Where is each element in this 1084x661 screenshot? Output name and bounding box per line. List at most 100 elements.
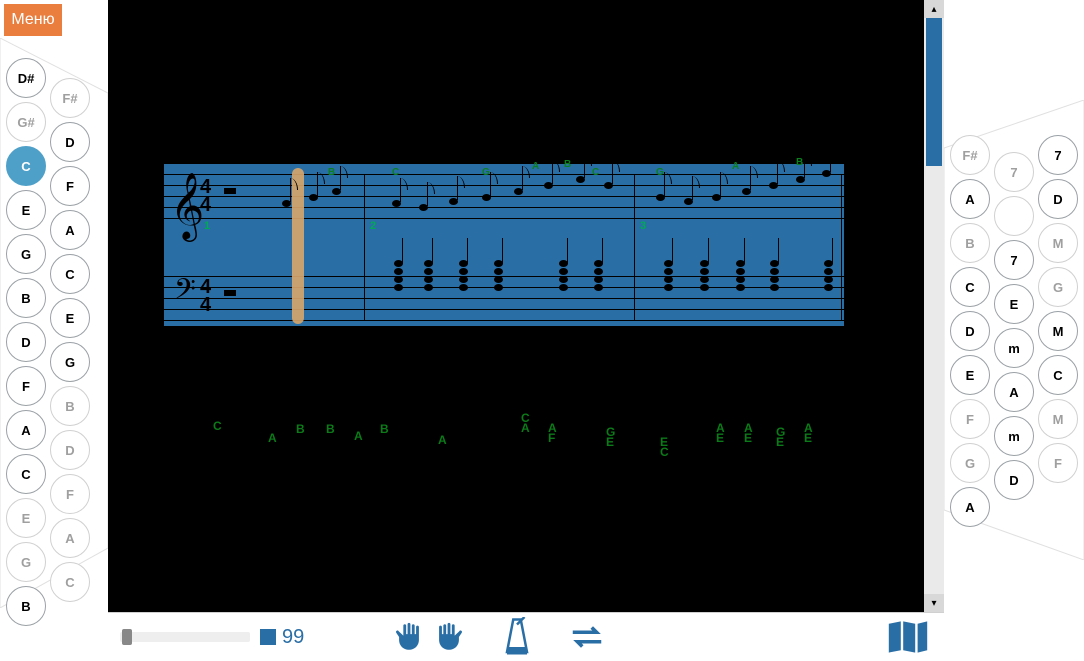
letter-label: C (213, 420, 222, 432)
treble-rest (224, 188, 236, 194)
left-key[interactable]: F# (50, 78, 90, 118)
letter-label: E (716, 432, 724, 444)
left-key[interactable]: B (6, 278, 46, 318)
score-canvas[interactable]: 𝄞 𝄢 4 4 4 4 1 2 3 (128, 0, 924, 612)
right-key[interactable]: A (950, 487, 990, 527)
score-area: 𝄞 𝄢 4 4 4 4 1 2 3 (108, 0, 944, 612)
right-key[interactable]: M (1038, 399, 1078, 439)
scroll-thumb[interactable] (926, 18, 942, 166)
chord-note-head (700, 276, 709, 283)
scroll-up-arrow-icon[interactable]: ▴ (924, 0, 944, 18)
left-key[interactable]: C (6, 454, 46, 494)
measure-number: 3 (640, 220, 646, 232)
treble-note-label: C (392, 168, 399, 178)
right-key[interactable]: 7 (1038, 135, 1078, 175)
note-letters-row: CABBABACAAFGEECAEAEGEAE (188, 405, 848, 465)
right-key[interactable]: C (950, 267, 990, 307)
barline (364, 174, 365, 320)
left-key[interactable]: D (6, 322, 46, 362)
map-view-button[interactable] (886, 619, 930, 655)
left-key[interactable]: C (50, 254, 90, 294)
chord-note-head (559, 268, 568, 275)
left-key[interactable]: F (6, 366, 46, 406)
tempo-slider-thumb[interactable] (122, 629, 132, 645)
left-key[interactable]: B (50, 386, 90, 426)
left-key[interactable]: G (50, 342, 90, 382)
right-key[interactable]: F# (950, 135, 990, 175)
left-key[interactable]: F (50, 474, 90, 514)
letter-label: A (354, 430, 363, 442)
left-key[interactable]: E (6, 190, 46, 230)
right-key[interactable]: A (950, 179, 990, 219)
right-key[interactable]: F (950, 399, 990, 439)
chord-note-head (559, 276, 568, 283)
right-key[interactable]: C (1038, 355, 1078, 395)
treble-note-label: A (532, 162, 539, 172)
scroll-down-arrow-icon[interactable]: ▾ (924, 594, 944, 612)
right-key[interactable]: 7 (994, 152, 1034, 192)
tempo-color-box (260, 629, 276, 645)
chord-note-head (424, 276, 433, 283)
tempo-slider[interactable] (120, 632, 250, 642)
note-flag (552, 160, 560, 172)
left-key[interactable]: G (6, 542, 46, 582)
right-key[interactable]: A (994, 372, 1034, 412)
left-key[interactable]: C (50, 562, 90, 602)
right-key[interactable]: F (1038, 443, 1078, 483)
chord-stem (832, 238, 833, 264)
vertical-scrollbar[interactable]: ▴ ▾ (924, 0, 944, 612)
letter-label: E (804, 432, 812, 444)
right-key[interactable]: M (1038, 223, 1078, 263)
metronome-icon (502, 617, 532, 657)
left-key[interactable]: F (50, 166, 90, 206)
right-key[interactable]: m (994, 416, 1034, 456)
chord-note-head (736, 284, 745, 291)
left-key[interactable]: E (50, 298, 90, 338)
left-key[interactable]: D (50, 430, 90, 470)
right-key[interactable]: G (1038, 267, 1078, 307)
letter-label: C (660, 446, 669, 458)
left-key[interactable]: C (6, 146, 46, 186)
chord-note-head (736, 268, 745, 275)
right-key[interactable]: D (950, 311, 990, 351)
metronome-button[interactable] (502, 617, 532, 657)
left-key[interactable]: A (50, 210, 90, 250)
right-key[interactable]: D (1038, 179, 1078, 219)
right-key[interactable]: M (1038, 311, 1078, 351)
scroll-track[interactable] (924, 18, 944, 594)
right-key[interactable]: G (950, 443, 990, 483)
left-key[interactable]: G# (6, 102, 46, 142)
hands-toggle[interactable] (392, 619, 466, 655)
menu-button[interactable]: Меню (4, 4, 62, 36)
chord-note-head (700, 268, 709, 275)
left-key[interactable]: B (6, 586, 46, 626)
measure-number: 1 (204, 220, 210, 232)
chord-stem (778, 238, 779, 264)
treble-note-label: A (732, 162, 739, 172)
right-key[interactable]: B (950, 223, 990, 263)
right-key[interactable]: D (994, 460, 1034, 500)
chord-note-head (770, 284, 779, 291)
right-key[interactable]: E (994, 284, 1034, 324)
right-key[interactable]: 7 (994, 240, 1034, 280)
letter-label: E (606, 436, 614, 448)
chord-note-head (594, 268, 603, 275)
chord-note-head (594, 284, 603, 291)
left-key[interactable]: D# (6, 58, 46, 98)
right-key[interactable] (994, 196, 1034, 236)
playback-cursor[interactable] (292, 168, 304, 324)
right-key[interactable]: E (950, 355, 990, 395)
left-key[interactable]: A (50, 518, 90, 558)
right-key[interactable]: m (994, 328, 1034, 368)
chord-note-head (664, 276, 673, 283)
chord-stem (602, 238, 603, 264)
hand-left-icon (392, 619, 426, 655)
letter-label: A (521, 422, 530, 434)
loop-button[interactable] (568, 623, 606, 651)
left-key[interactable]: D (50, 122, 90, 162)
chord-note-head (824, 276, 833, 283)
left-key[interactable]: G (6, 234, 46, 274)
left-key[interactable]: E (6, 498, 46, 538)
chord-stem (467, 238, 468, 264)
left-key[interactable]: A (6, 410, 46, 450)
